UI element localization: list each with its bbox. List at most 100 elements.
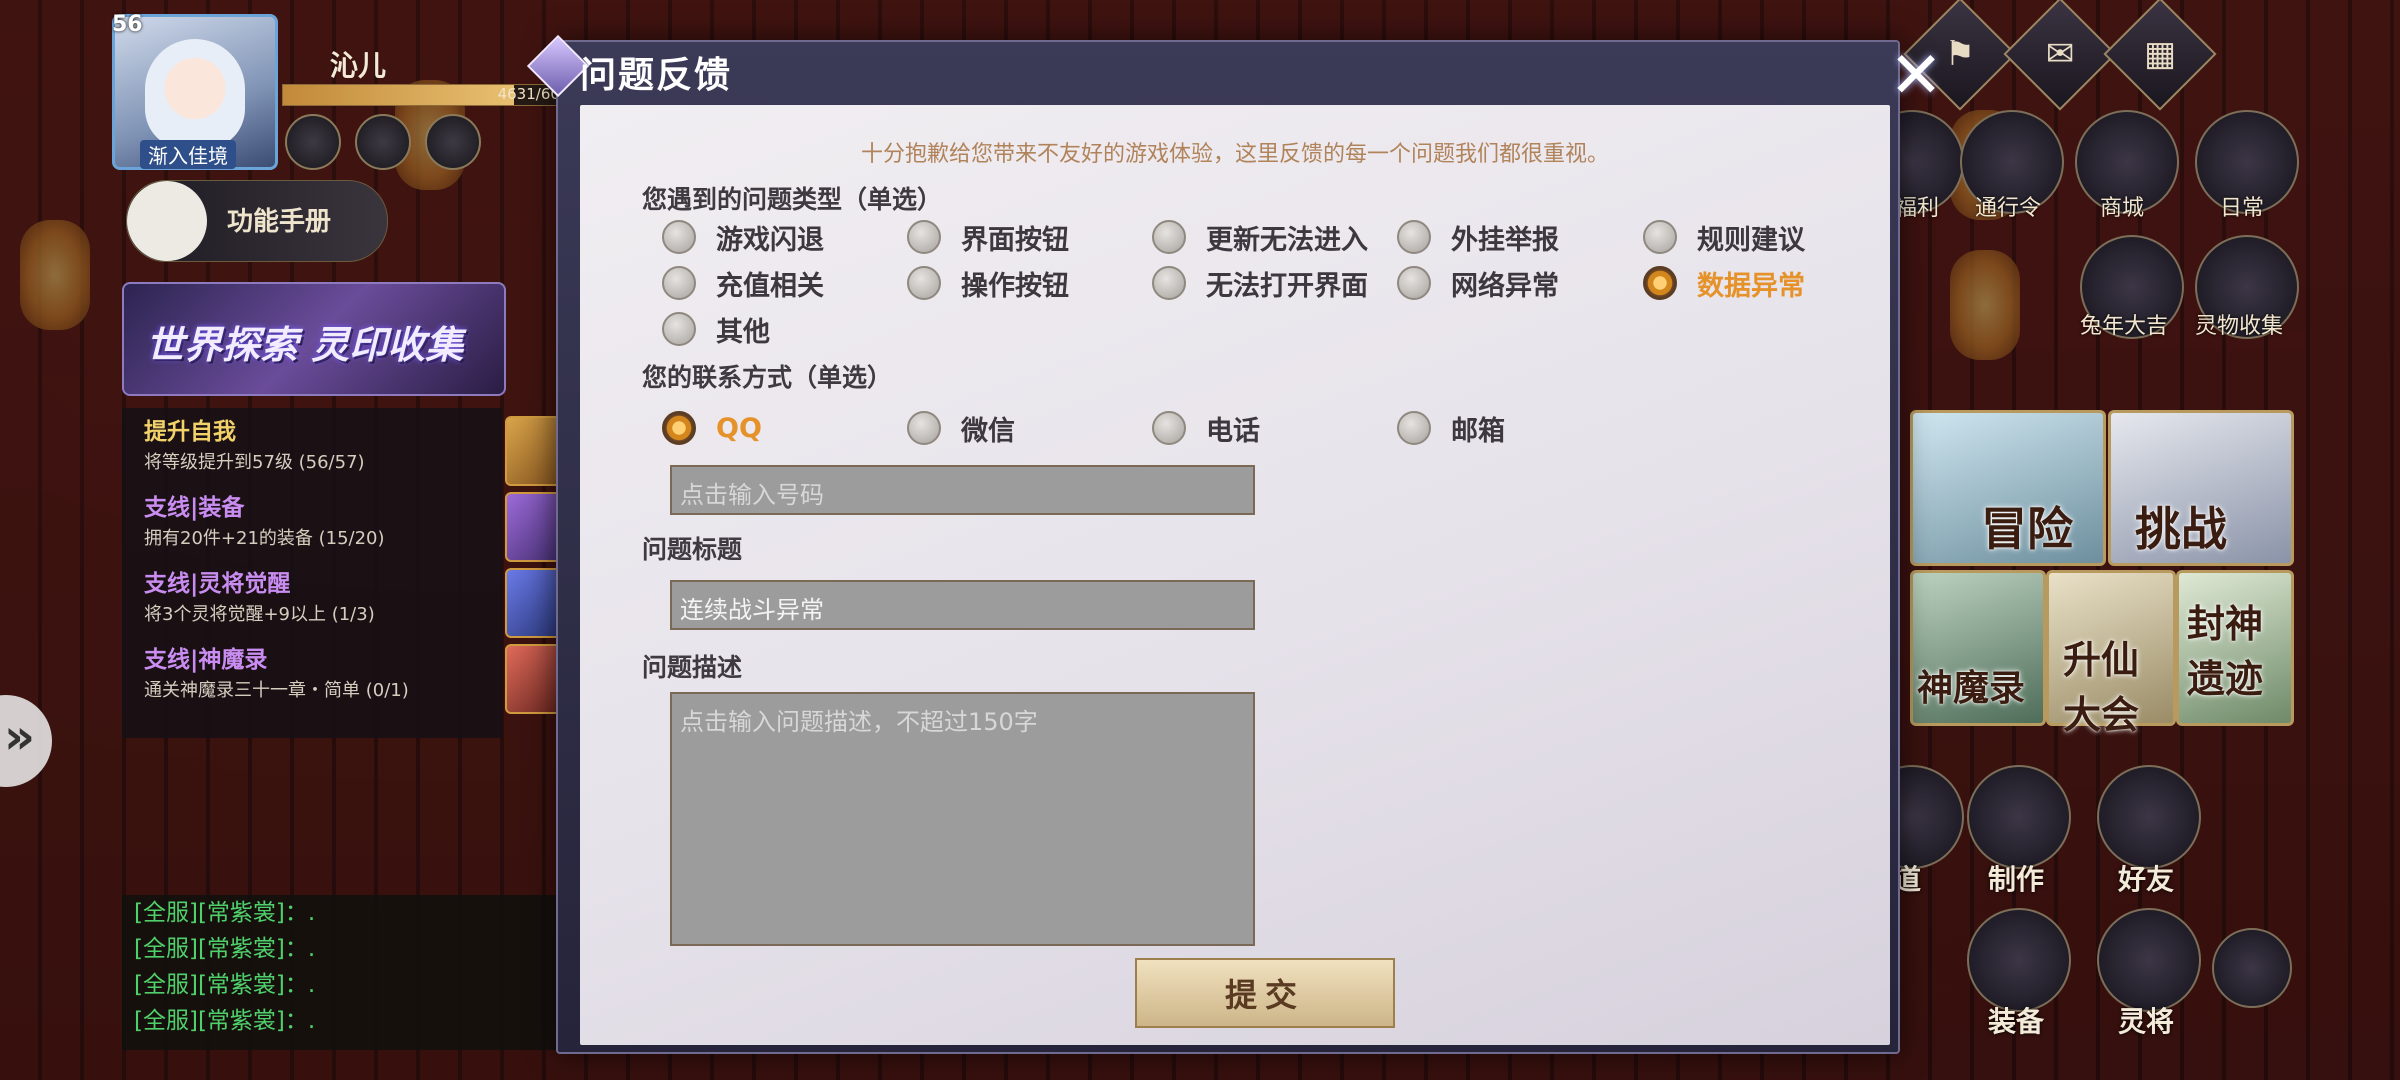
task-panel: 提升自我 将等级提升到57级 (56/57) 支线|装备 拥有20件+21的装备… (122, 408, 502, 738)
radio-button[interactable] (1152, 266, 1186, 300)
event-banner[interactable]: 世界探索 灵印收集 (122, 282, 506, 396)
issue-title-input[interactable]: 连续战斗异常 (670, 580, 1255, 630)
chat-line: [全服][常紫裳]：. (134, 972, 316, 998)
daily-label: 日常 (2220, 196, 2265, 221)
radio-button[interactable] (1152, 220, 1186, 254)
contact-option[interactable]: 微信 (907, 408, 1015, 448)
contact-option-label: QQ (716, 412, 762, 444)
radio-button[interactable] (662, 266, 696, 300)
issue-option-label: 游戏闪退 (716, 224, 824, 256)
issue-option-label: 规则建议 (1697, 224, 1805, 256)
radio-button[interactable] (662, 312, 696, 346)
task-desc: 通关神魔录三十一章・简单 (0/1) (144, 680, 409, 701)
task-title: 支线|装备 (144, 495, 245, 521)
issue-option[interactable]: 其他 (662, 309, 770, 349)
issue-option-selected[interactable]: 数据异常 (1643, 263, 1805, 303)
pass-label: 通行令 (1975, 196, 2042, 221)
issue-option[interactable]: 规则建议 (1643, 217, 1805, 257)
issue-option[interactable]: 充值相关 (662, 263, 824, 303)
contact-number-input[interactable]: 点击输入号码 (670, 465, 1255, 515)
map-tile-label: 冒险 (1981, 502, 2073, 556)
radio-button[interactable] (907, 266, 941, 300)
contact-label: 您的联系方式（单选） (642, 363, 893, 392)
task-item[interactable]: 支线|神魔录 通关神魔录三十一章・简单 (0/1) (122, 636, 502, 710)
issue-option-label: 数据异常 (1697, 270, 1805, 302)
dialog-title: 问题反馈 (580, 55, 733, 96)
contact-option-label: 电话 (1206, 415, 1260, 447)
radio-button[interactable] (1397, 220, 1431, 254)
radio-button-selected[interactable] (1643, 266, 1677, 300)
chat-line: [全服][常紫裳]：. (134, 1008, 316, 1034)
radio-button-selected[interactable] (662, 411, 696, 445)
issue-option-label: 外挂举报 (1451, 224, 1559, 256)
issue-type-label: 您遇到的问题类型（单选） (642, 185, 943, 214)
contact-option[interactable]: 电话 (1152, 408, 1260, 448)
radio-button[interactable] (1397, 411, 1431, 445)
task-desc: 拥有20件+21的装备 (15/20) (144, 528, 385, 549)
task-desc: 将3个灵将觉醒+9以上 (1/3) (144, 604, 375, 625)
hero-label: 灵将 (2118, 1005, 2175, 1038)
avatar-portrait (145, 39, 245, 149)
task-item[interactable]: 提升自我 将等级提升到57级 (56/57) (122, 408, 502, 482)
function-manual-label: 功能手册 (227, 207, 332, 237)
task-item[interactable]: 支线|灵将觉醒 将3个灵将觉醒+9以上 (1/3) (122, 560, 502, 634)
radio-button[interactable] (1152, 411, 1186, 445)
map-tile-label: 神魔录 (1917, 668, 2026, 709)
map-tile-ascension[interactable]: 升仙大会 (2046, 570, 2176, 737)
map-tile-challenge[interactable]: 挑战 (2108, 410, 2294, 566)
chevron-right-icon: » (4, 709, 36, 765)
issue-option-label: 网络异常 (1451, 270, 1559, 302)
issue-option[interactable]: 外挂举报 (1397, 217, 1559, 257)
task-title: 支线|神魔录 (144, 647, 268, 673)
issue-option[interactable]: 无法打开界面 (1152, 263, 1368, 303)
issue-option-label: 界面按钮 (961, 224, 1069, 256)
task-item[interactable]: 支线|装备 拥有20件+21的装备 (15/20) (122, 484, 502, 558)
exp-bar: 4631/6000 (282, 84, 584, 106)
friends-icon[interactable] (2097, 765, 2201, 869)
map-tile-ruins[interactable]: 封神遗迹 (2176, 570, 2294, 726)
issue-option[interactable]: 更新无法进入 (1152, 217, 1368, 257)
contact-option-label: 微信 (961, 415, 1015, 447)
submit-button[interactable]: 提交 (1135, 958, 1395, 1028)
function-manual-button[interactable]: 功能手册 (126, 180, 388, 262)
eye-icon[interactable] (355, 114, 411, 170)
radio-button[interactable] (1643, 220, 1677, 254)
radio-button[interactable] (662, 220, 696, 254)
chat-panel[interactable]: [全服][常紫裳]：. [全服][常紫裳]：. [全服][常紫裳]：. [全服]… (122, 895, 572, 1050)
radio-button[interactable] (907, 411, 941, 445)
issue-option[interactable]: 网络异常 (1397, 263, 1559, 303)
map-tile-adventure[interactable]: 冒险 (1910, 410, 2106, 566)
shop-label: 商城 (2100, 196, 2145, 221)
chat-line: [全服][常紫裳]：. (134, 900, 316, 926)
welfare-label: 福利 (1895, 196, 1940, 221)
contact-option-label: 邮箱 (1451, 415, 1505, 447)
more-icon[interactable] (2212, 928, 2292, 1008)
contact-option[interactable]: 邮箱 (1397, 408, 1505, 448)
player-rank-tag: 渐入佳境 (140, 140, 236, 169)
radio-button[interactable] (907, 220, 941, 254)
equipment-icon[interactable] (1967, 908, 2071, 1012)
issue-option-label: 更新无法进入 (1206, 224, 1368, 256)
chat-line: [全服][常紫裳]：. (134, 936, 316, 962)
view-icon[interactable] (425, 114, 481, 170)
book-icon (127, 181, 207, 261)
issue-option[interactable]: 界面按钮 (907, 217, 1069, 257)
issue-description-textarea[interactable]: 点击输入问题描述，不超过150字 (670, 692, 1255, 946)
close-button[interactable]: ✕ (1880, 39, 1952, 113)
spirit-collect-label: 灵物收集 (2195, 314, 2284, 339)
radio-button[interactable] (1397, 266, 1431, 300)
close-icon: ✕ (1889, 39, 1943, 113)
contact-option-selected[interactable]: QQ (662, 408, 762, 448)
task-desc: 将等级提升到57级 (56/57) (144, 452, 365, 473)
issue-option[interactable]: 操作按钮 (907, 263, 1069, 303)
issue-option[interactable]: 游戏闪退 (662, 217, 824, 257)
settings-icon[interactable] (285, 114, 341, 170)
friends-label: 好友 (2118, 863, 2175, 896)
equipment-label: 装备 (1988, 1005, 2045, 1038)
crafting-icon[interactable] (1967, 765, 2071, 869)
issue-option-label: 操作按钮 (961, 270, 1069, 302)
task-title: 支线|灵将觉醒 (144, 571, 291, 597)
task-title: 提升自我 (144, 419, 236, 445)
map-tile-shenmolu[interactable]: 神魔录 (1910, 570, 2046, 726)
hero-icon[interactable] (2097, 908, 2201, 1012)
